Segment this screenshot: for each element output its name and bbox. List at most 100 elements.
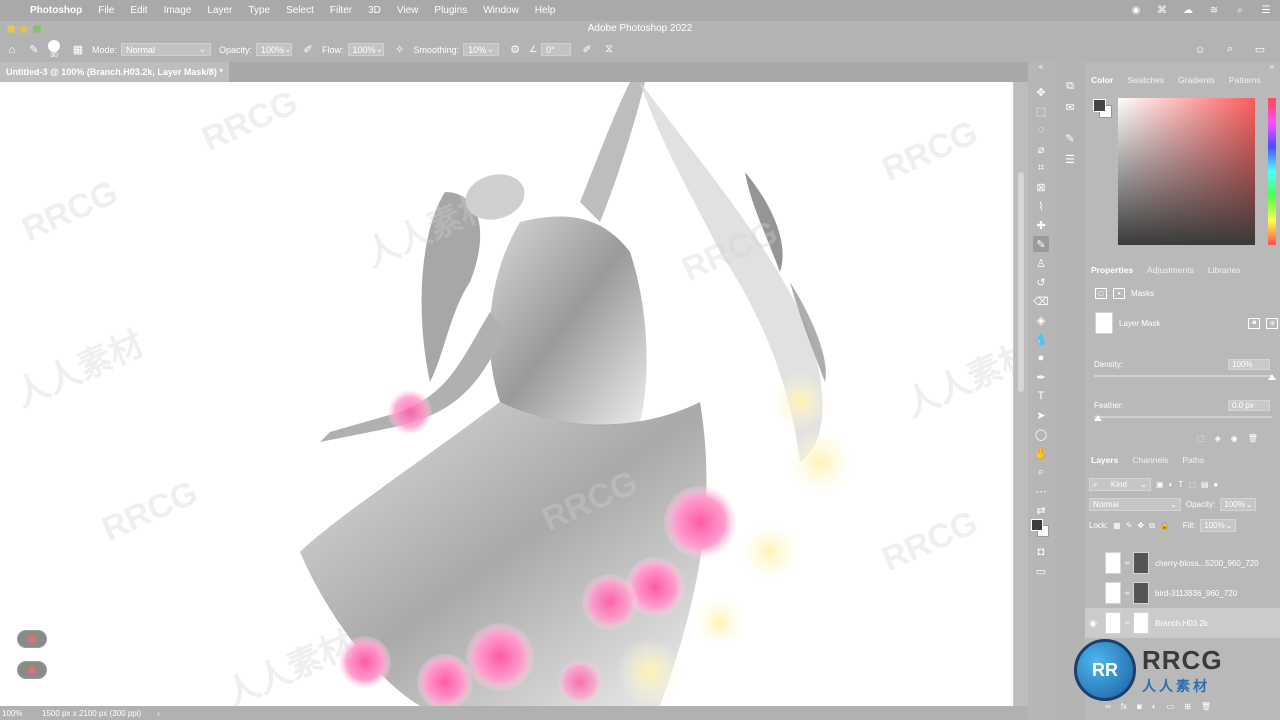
control-center-icon[interactable]: ☰ <box>1260 5 1272 17</box>
status-menu-arrow[interactable]: › <box>157 709 160 718</box>
lock-all-icon[interactable]: 🔒 <box>1160 521 1170 530</box>
floating-record-button[interactable]: ✖ <box>17 630 47 648</box>
tab-patterns[interactable]: Patterns <box>1229 75 1261 85</box>
filter-smart-object-icon[interactable]: ▤ <box>1201 480 1209 489</box>
mask-visibility-icon[interactable]: ◉ <box>1231 434 1238 443</box>
layer-mask-thumbnail[interactable] <box>1095 312 1113 334</box>
lock-artboard-icon[interactable]: ⧉ <box>1149 521 1155 531</box>
path-selection-tool-icon[interactable]: ➤ <box>1033 407 1049 423</box>
more-tools-icon[interactable]: ⋯ <box>1033 483 1049 499</box>
search-icon[interactable]: ⌕ <box>1222 42 1238 58</box>
zoom-tool-icon[interactable]: ⌕ <box>1033 464 1049 480</box>
tab-channels[interactable]: Channels <box>1132 455 1168 465</box>
tab-properties[interactable]: Properties <box>1091 265 1133 275</box>
document-tab[interactable]: Untitled-3 @ 100% (Branch.H03.2k, Layer … <box>0 62 229 82</box>
mode-dropdown[interactable]: Normal ⌄ <box>121 43 212 56</box>
pressure-opacity-icon[interactable]: ✐ <box>300 42 316 58</box>
foreground-color-swatch[interactable] <box>1031 519 1043 531</box>
history-brush-tool-icon[interactable]: ↺ <box>1033 274 1049 290</box>
adjustments-panel-icon[interactable]: ☰ <box>1062 151 1078 167</box>
canvas-vertical-scrollbar[interactable] <box>1014 82 1028 706</box>
apply-mask-icon[interactable]: ◈ <box>1215 434 1221 443</box>
menu-file[interactable]: File <box>90 5 122 16</box>
menu-edit[interactable]: Edit <box>122 5 155 16</box>
vector-mask-icon[interactable]: ● <box>1113 288 1125 299</box>
ellipse-tool-icon[interactable]: ◯ <box>1033 426 1049 442</box>
add-vector-mask-icon[interactable]: ⊕ <box>1266 317 1279 329</box>
menu-layer[interactable]: Layer <box>199 5 240 16</box>
workspace-icon[interactable]: ▭ <box>1252 42 1268 58</box>
blur-tool-icon[interactable]: 💧 <box>1033 331 1049 347</box>
feather-slider-knob[interactable] <box>1094 415 1102 421</box>
menu-filter[interactable]: Filter <box>322 5 360 16</box>
frame-tool-icon[interactable]: ⊠ <box>1033 179 1049 195</box>
menu-help[interactable]: Help <box>527 5 564 16</box>
home-icon[interactable]: ⌂ <box>4 42 20 58</box>
filter-toggle-icon[interactable]: ● <box>1213 480 1218 489</box>
filter-adjustment-icon[interactable]: ◐ <box>1169 480 1174 489</box>
keyboard-icon[interactable]: ⌘ <box>1156 5 1168 17</box>
density-slider[interactable] <box>1094 375 1272 377</box>
scrollbar-thumb[interactable] <box>1018 172 1024 392</box>
menu-type[interactable]: Type <box>240 5 278 16</box>
brush-size-picker[interactable]: 30 <box>48 40 60 59</box>
tab-swatches[interactable]: Swatches <box>1127 75 1164 85</box>
delete-mask-icon[interactable]: 🗑 <box>1248 434 1258 443</box>
pressure-size-icon[interactable]: ✐ <box>579 42 595 58</box>
layer-mask-thumbnail[interactable] <box>1133 552 1149 574</box>
menu-window[interactable]: Window <box>475 5 527 16</box>
layer-mask-thumbnail[interactable] <box>1133 582 1149 604</box>
lock-transparent-icon[interactable]: ▦ <box>1113 521 1121 530</box>
quick-select-tool-icon[interactable]: ⌀ <box>1033 141 1049 157</box>
flow-field[interactable]: 100% ⌄ <box>347 43 384 56</box>
quick-mask-icon[interactable]: ◘ <box>1033 544 1049 560</box>
type-tool-icon[interactable]: T <box>1033 388 1049 404</box>
history-panel-icon[interactable]: ⧉ <box>1062 78 1078 94</box>
eyedropper-tool-icon[interactable]: ⌇ <box>1033 198 1049 214</box>
menu-image[interactable]: Image <box>156 5 200 16</box>
lock-position-icon[interactable]: ✥ <box>1137 521 1144 530</box>
tab-gradients[interactable]: Gradients <box>1178 75 1215 85</box>
collapse-toolbar-icon[interactable]: « <box>1028 62 1054 71</box>
panel-foreground-color-swatch[interactable] <box>1093 99 1106 112</box>
filter-type-icon[interactable]: T <box>1178 480 1183 489</box>
feather-slider[interactable] <box>1094 416 1272 418</box>
crop-tool-icon[interactable]: ⌗ <box>1033 160 1049 176</box>
creative-cloud-icon[interactable]: ☁ <box>1182 5 1194 17</box>
angle-field[interactable]: 0° <box>541 43 572 56</box>
mask-link-icon[interactable]: ∞ <box>1123 620 1131 627</box>
menu-view[interactable]: View <box>389 5 427 16</box>
share-user-icon[interactable]: ☺ <box>1192 42 1208 58</box>
tab-layers[interactable]: Layers <box>1091 455 1118 465</box>
pixel-mask-icon[interactable]: ▢ <box>1095 288 1107 299</box>
layer-row[interactable]: ∞ cherry-bloss...5200_960_720 <box>1085 548 1280 578</box>
floating-stop-button[interactable]: ✖ <box>17 661 47 679</box>
brush-tool-icon[interactable]: ✎ <box>1033 236 1049 252</box>
layer-visibility-eye-icon[interactable]: ◉ <box>1085 618 1101 629</box>
blend-mode-dropdown[interactable]: Normal ⌄ <box>1089 498 1181 511</box>
dodge-tool-icon[interactable]: ● <box>1033 350 1049 366</box>
healing-brush-tool-icon[interactable]: ✚ <box>1033 217 1049 233</box>
pen-tool-icon[interactable]: ✒ <box>1033 369 1049 385</box>
smoothing-field[interactable]: 10% ⌄ <box>463 43 500 56</box>
document-canvas[interactable]: RRCG 人人素材 RRCG 人人素材 RRCG RRCG RRCG RRCG … <box>0 82 1013 706</box>
tab-adjustments[interactable]: Adjustments <box>1147 265 1194 275</box>
record-icon[interactable]: ◉ <box>1130 5 1142 17</box>
fill-field[interactable]: 100% ⌄ <box>1200 519 1237 532</box>
swap-colors-icon[interactable]: ⇄ <box>1033 502 1049 518</box>
move-tool-icon[interactable]: ✥ <box>1033 84 1049 100</box>
brush-settings-icon[interactable]: ▦ <box>70 42 86 58</box>
hue-slider[interactable] <box>1268 98 1276 245</box>
menu-plugins[interactable]: Plugins <box>426 5 475 16</box>
hand-tool-icon[interactable]: ✋ <box>1033 445 1049 461</box>
mask-link-icon[interactable]: ∞ <box>1123 560 1131 567</box>
opacity-field[interactable]: 100% ⌄ <box>256 43 293 56</box>
spotlight-icon[interactable]: ⌕ <box>1234 5 1246 17</box>
tab-paths[interactable]: Paths <box>1182 455 1204 465</box>
tab-libraries[interactable]: Libraries <box>1208 265 1241 275</box>
mask-link-icon[interactable]: ∞ <box>1123 590 1131 597</box>
filter-kind-dropdown[interactable]: ⌕ Kind ⌄ <box>1089 478 1151 491</box>
eraser-tool-icon[interactable]: ⌫ <box>1033 293 1049 309</box>
smoothing-options-gear-icon[interactable]: ⚙ <box>507 42 523 58</box>
tab-color[interactable]: Color <box>1091 75 1113 85</box>
